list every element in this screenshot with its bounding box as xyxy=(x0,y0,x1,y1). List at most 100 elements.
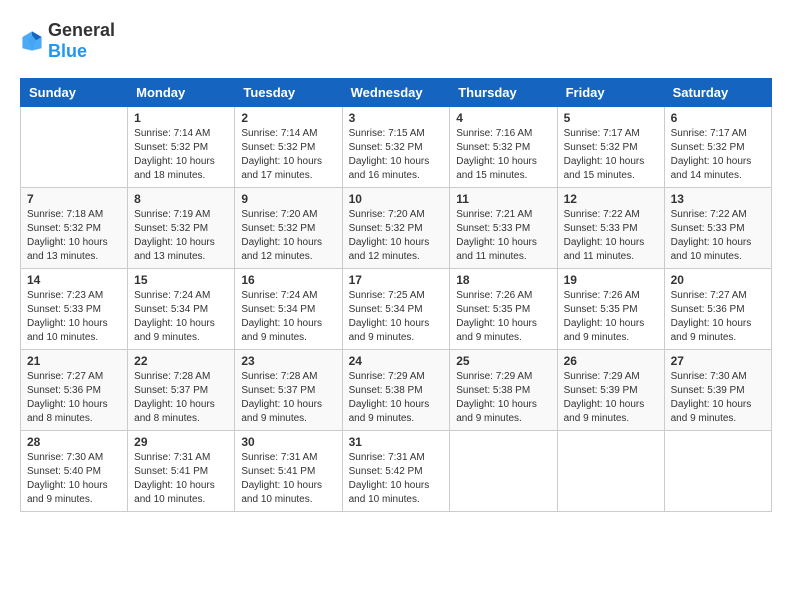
day-number: 30 xyxy=(241,435,335,449)
calendar-cell: 13 Sunrise: 7:22 AM Sunset: 5:33 PM Dayli… xyxy=(664,188,771,269)
day-info: Sunrise: 7:24 AM Sunset: 5:34 PM Dayligh… xyxy=(134,289,228,345)
calendar-cell: 28Sunrise: 7:30 AM Sunset: 5:40 PM Dayli… xyxy=(21,431,128,512)
day-number: 17 xyxy=(349,273,444,287)
calendar-cell: 10Sunrise: 7:20 AM Sunset: 5:32 PM Dayli… xyxy=(342,188,450,269)
day-info: Sunrise: 7:18 AM Sunset: 5:32 PM Dayligh… xyxy=(27,208,121,264)
day-number: 7 xyxy=(27,192,121,206)
day-info: Sunrise: 7:26 AM Sunset: 5:35 PM Dayligh… xyxy=(456,289,550,345)
calendar-cell: 22Sunrise: 7:28 AM Sunset: 5:37 PM Dayli… xyxy=(128,350,235,431)
day-info: Sunrise: 7:17 AM Sunset: 5:32 PM Dayligh… xyxy=(671,127,765,183)
calendar-cell: 11 Sunrise: 7:21 AM Sunset: 5:33 PM Dayli… xyxy=(450,188,557,269)
calendar-cell: 17 Sunrise: 7:25 AM Sunset: 5:34 PM Dayli… xyxy=(342,269,450,350)
day-number: 28 xyxy=(27,435,121,449)
day-number: 4 xyxy=(456,111,550,125)
column-header-monday: Monday xyxy=(128,79,235,107)
calendar-cell: 1Sunrise: 7:14 AM Sunset: 5:32 PM Daylig… xyxy=(128,107,235,188)
day-info: Sunrise: 7:27 AM Sunset: 5:36 PM Dayligh… xyxy=(671,289,765,345)
day-info: Sunrise: 7:21 AM Sunset: 5:33 PM Dayligh… xyxy=(456,208,550,264)
day-info: Sunrise: 7:15 AM Sunset: 5:32 PM Dayligh… xyxy=(349,127,444,183)
calendar-cell: 12 Sunrise: 7:22 AM Sunset: 5:33 PM Dayli… xyxy=(557,188,664,269)
calendar-week-row: 14 Sunrise: 7:23 AM Sunset: 5:33 PM Dayli… xyxy=(21,269,772,350)
logo-general-text: General xyxy=(48,20,115,40)
day-info: Sunrise: 7:31 AM Sunset: 5:41 PM Dayligh… xyxy=(134,451,228,507)
day-info: Sunrise: 7:26 AM Sunset: 5:35 PM Dayligh… xyxy=(564,289,658,345)
calendar-cell: 18 Sunrise: 7:26 AM Sunset: 5:35 PM Dayli… xyxy=(450,269,557,350)
logo-blue-text: Blue xyxy=(48,41,87,61)
day-number: 12 xyxy=(564,192,658,206)
day-number: 8 xyxy=(134,192,228,206)
calendar-cell: 23 Sunrise: 7:28 AM Sunset: 5:37 PM Dayli… xyxy=(235,350,342,431)
calendar-cell: 5Sunrise: 7:17 AM Sunset: 5:32 PM Daylig… xyxy=(557,107,664,188)
day-number: 5 xyxy=(564,111,658,125)
day-number: 14 xyxy=(27,273,121,287)
calendar-cell: 31Sunrise: 7:31 AM Sunset: 5:42 PM Dayli… xyxy=(342,431,450,512)
column-header-saturday: Saturday xyxy=(664,79,771,107)
calendar-cell: 24 Sunrise: 7:29 AM Sunset: 5:38 PM Dayli… xyxy=(342,350,450,431)
day-info: Sunrise: 7:29 AM Sunset: 5:39 PM Dayligh… xyxy=(564,370,658,426)
day-number: 23 xyxy=(241,354,335,368)
calendar-cell: 2 Sunrise: 7:14 AM Sunset: 5:32 PM Daylig… xyxy=(235,107,342,188)
calendar-cell: 3 Sunrise: 7:15 AM Sunset: 5:32 PM Daylig… xyxy=(342,107,450,188)
day-number: 18 xyxy=(456,273,550,287)
day-number: 25 xyxy=(456,354,550,368)
day-info: Sunrise: 7:14 AM Sunset: 5:32 PM Dayligh… xyxy=(134,127,228,183)
calendar-cell xyxy=(664,431,771,512)
calendar-week-row: 28Sunrise: 7:30 AM Sunset: 5:40 PM Dayli… xyxy=(21,431,772,512)
column-header-tuesday: Tuesday xyxy=(235,79,342,107)
calendar-cell: 19 Sunrise: 7:26 AM Sunset: 5:35 PM Dayli… xyxy=(557,269,664,350)
calendar-cell: 6 Sunrise: 7:17 AM Sunset: 5:32 PM Daylig… xyxy=(664,107,771,188)
day-info: Sunrise: 7:20 AM Sunset: 5:32 PM Dayligh… xyxy=(241,208,335,264)
day-info: Sunrise: 7:29 AM Sunset: 5:38 PM Dayligh… xyxy=(456,370,550,426)
calendar-cell: 4 Sunrise: 7:16 AM Sunset: 5:32 PM Daylig… xyxy=(450,107,557,188)
column-header-thursday: Thursday xyxy=(450,79,557,107)
day-info: Sunrise: 7:19 AM Sunset: 5:32 PM Dayligh… xyxy=(134,208,228,264)
calendar-cell: 29Sunrise: 7:31 AM Sunset: 5:41 PM Dayli… xyxy=(128,431,235,512)
day-number: 15 xyxy=(134,273,228,287)
day-number: 9 xyxy=(241,192,335,206)
calendar-cell xyxy=(450,431,557,512)
calendar-cell: 7 Sunrise: 7:18 AM Sunset: 5:32 PM Daylig… xyxy=(21,188,128,269)
calendar-cell: 9 Sunrise: 7:20 AM Sunset: 5:32 PM Daylig… xyxy=(235,188,342,269)
day-number: 24 xyxy=(349,354,444,368)
day-number: 19 xyxy=(564,273,658,287)
day-info: Sunrise: 7:31 AM Sunset: 5:41 PM Dayligh… xyxy=(241,451,335,507)
calendar-cell: 15 Sunrise: 7:24 AM Sunset: 5:34 PM Dayli… xyxy=(128,269,235,350)
logo: General Blue xyxy=(20,20,115,62)
calendar-cell xyxy=(557,431,664,512)
day-info: Sunrise: 7:22 AM Sunset: 5:33 PM Dayligh… xyxy=(671,208,765,264)
calendar-cell: 25 Sunrise: 7:29 AM Sunset: 5:38 PM Dayli… xyxy=(450,350,557,431)
calendar-week-row: 21Sunrise: 7:27 AM Sunset: 5:36 PM Dayli… xyxy=(21,350,772,431)
day-number: 6 xyxy=(671,111,765,125)
calendar-cell: 20Sunrise: 7:27 AM Sunset: 5:36 PM Dayli… xyxy=(664,269,771,350)
column-header-wednesday: Wednesday xyxy=(342,79,450,107)
calendar-week-row: 1Sunrise: 7:14 AM Sunset: 5:32 PM Daylig… xyxy=(21,107,772,188)
day-info: Sunrise: 7:22 AM Sunset: 5:33 PM Dayligh… xyxy=(564,208,658,264)
day-number: 2 xyxy=(241,111,335,125)
day-number: 31 xyxy=(349,435,444,449)
calendar-cell xyxy=(21,107,128,188)
day-info: Sunrise: 7:29 AM Sunset: 5:38 PM Dayligh… xyxy=(349,370,444,426)
calendar-cell: 14 Sunrise: 7:23 AM Sunset: 5:33 PM Dayli… xyxy=(21,269,128,350)
day-info: Sunrise: 7:28 AM Sunset: 5:37 PM Dayligh… xyxy=(241,370,335,426)
logo-icon xyxy=(20,29,44,53)
day-number: 3 xyxy=(349,111,444,125)
day-info: Sunrise: 7:24 AM Sunset: 5:34 PM Dayligh… xyxy=(241,289,335,345)
calendar-table: SundayMondayTuesdayWednesdayThursdayFrid… xyxy=(20,78,772,512)
day-number: 27 xyxy=(671,354,765,368)
calendar-cell: 27 Sunrise: 7:30 AM Sunset: 5:39 PM Dayli… xyxy=(664,350,771,431)
day-number: 21 xyxy=(27,354,121,368)
day-info: Sunrise: 7:30 AM Sunset: 5:39 PM Dayligh… xyxy=(671,370,765,426)
calendar-week-row: 7 Sunrise: 7:18 AM Sunset: 5:32 PM Daylig… xyxy=(21,188,772,269)
day-info: Sunrise: 7:25 AM Sunset: 5:34 PM Dayligh… xyxy=(349,289,444,345)
column-header-sunday: Sunday xyxy=(21,79,128,107)
day-info: Sunrise: 7:23 AM Sunset: 5:33 PM Dayligh… xyxy=(27,289,121,345)
day-number: 26 xyxy=(564,354,658,368)
day-number: 10 xyxy=(349,192,444,206)
day-info: Sunrise: 7:28 AM Sunset: 5:37 PM Dayligh… xyxy=(134,370,228,426)
day-info: Sunrise: 7:14 AM Sunset: 5:32 PM Dayligh… xyxy=(241,127,335,183)
day-number: 13 xyxy=(671,192,765,206)
calendar-cell: 8 Sunrise: 7:19 AM Sunset: 5:32 PM Daylig… xyxy=(128,188,235,269)
calendar-cell: 21Sunrise: 7:27 AM Sunset: 5:36 PM Dayli… xyxy=(21,350,128,431)
day-number: 11 xyxy=(456,192,550,206)
day-info: Sunrise: 7:16 AM Sunset: 5:32 PM Dayligh… xyxy=(456,127,550,183)
